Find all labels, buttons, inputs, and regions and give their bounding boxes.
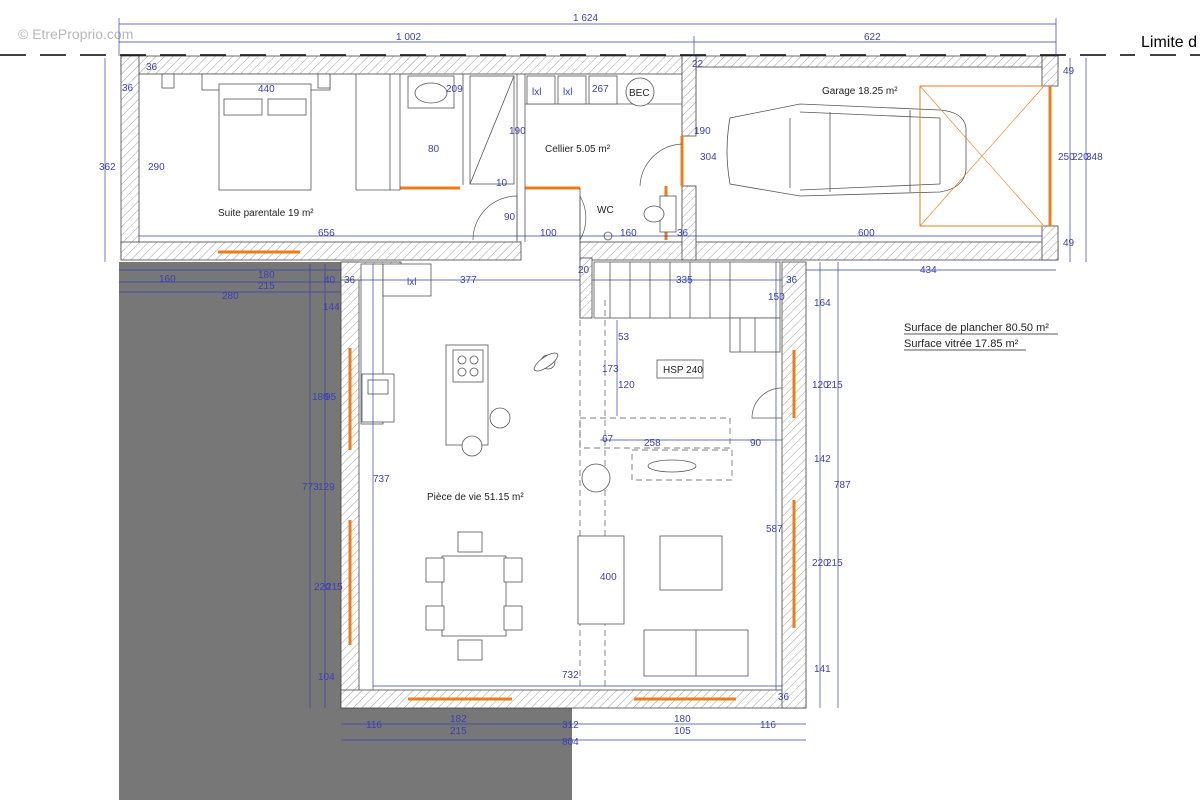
dim-label: 160 [620,228,637,239]
dim-label: 22 [692,59,704,70]
dim-label: 773 [302,482,319,493]
dim-label: 304 [700,152,717,163]
dim-label: 377 [460,275,477,286]
cellier-appliances: lxl lxl BEC [526,75,655,107]
dim-label: 348 [1086,152,1103,163]
room-label-living: Pièce de vie 51.15 m² [427,492,524,503]
dim-label: 280 [222,291,239,302]
dim-label: 142 [814,454,831,465]
dim-label: 80 [428,144,440,155]
dim-label: 258 [644,438,661,449]
dim-label: 400 [600,572,617,583]
dim-label: 312 [562,720,579,731]
room-label-cellier: Cellier 5.05 m² [545,144,611,155]
dim-total-width: 1 624 [573,13,598,24]
dim-label: 215 [826,380,843,391]
dim-label: 737 [373,474,390,485]
boiler-label: BEC [629,88,650,99]
kitchen: lxl [360,263,511,457]
dim-label: 215 [826,558,843,569]
dim-label: 164 [814,298,831,309]
car [726,103,967,197]
dining-table [425,531,523,661]
dim-label: 36 [122,83,134,94]
dim-label: 104 [318,672,335,683]
dim-label: 36 [146,62,158,73]
dim-label: 36 [786,275,798,286]
dim-label: 335 [676,275,693,286]
dim-label: 160 [159,274,176,285]
dim-label: 180 [674,714,691,725]
dim-label: 732 [562,670,579,681]
limit-label: Limite d [1141,34,1197,51]
dim-label: 440 [258,84,275,95]
surface-summary: Surface de plancher 80.50 m² Surface vit… [904,322,1058,351]
dim-label: 190 [509,126,526,137]
living-furniture [577,459,749,677]
dim-label: 129 [318,482,335,493]
dim-label: 40 [324,275,336,286]
dim-label: 173 [602,364,619,375]
surface-vitree: Surface vitrée 17.85 m² [904,338,1019,350]
dim-label: 36 [677,228,689,239]
dim-label: 290 [148,162,165,173]
dim-label: 53 [618,332,630,343]
dim-label: 215 [326,582,343,593]
property-limit-line: Limite d [0,34,1200,56]
dim-house-width: 1 002 [396,32,421,43]
room-label-garage: Garage 18.25 m² [822,86,898,97]
surface-plancher: Surface de plancher 80.50 m² [904,322,1049,334]
dim-label: 362 [99,162,116,173]
dim-label: 120 [618,380,635,391]
dim-label: 215 [450,726,467,737]
dim-label: 141 [814,664,831,675]
dim-label: 116 [366,720,382,731]
dim-label: 600 [858,228,875,239]
dim-label: 180 [258,270,275,281]
appliance-label: lxl [532,87,541,98]
dim-label: 267 [592,84,609,95]
dim-garage-width: 622 [864,32,881,43]
dim-label: 49 [1063,66,1075,77]
dim-label: 36 [344,275,356,286]
dim-label: 182 [450,714,467,725]
room-label-suite: Suite parentale 19 m² [218,208,314,219]
dim-label: 587 [766,524,783,535]
dim-label: 656 [318,228,335,239]
dim-label: 116 [760,720,776,731]
dim-label: 190 [694,126,711,137]
watermark: © EtreProprio.com [18,26,133,42]
dim-label: 95 [325,392,337,403]
dim-label: 90 [750,438,762,449]
dim-label: 434 [920,265,937,276]
room-label-wc: WC [597,205,614,216]
dim-label: 804 [562,737,579,748]
ceiling-height-label: HSP 240 [663,365,703,376]
appliance-label: lxl [563,87,572,98]
dim-label: 150 [768,292,785,303]
dim-label: 10 [496,178,508,189]
dim-label: 215 [258,281,275,292]
dim-label: 49 [1063,238,1075,249]
bed [161,73,331,191]
dim-label: 144 [323,302,340,313]
dim-label: 105 [674,726,691,737]
dim-label: 100 [540,228,557,239]
floor-plan: © EtreProprio.com Limite d lxl lxl BEC l… [0,13,1200,800]
person-figure [533,352,559,372]
dim-label: 36 [778,692,790,703]
appliance-label: lxl [407,277,416,288]
dim-label: 787 [834,480,851,491]
dim-label: 90 [504,212,516,223]
dim-label: 67 [602,434,614,445]
dim-label: 209 [446,84,463,95]
dim-label: 20 [578,265,590,276]
